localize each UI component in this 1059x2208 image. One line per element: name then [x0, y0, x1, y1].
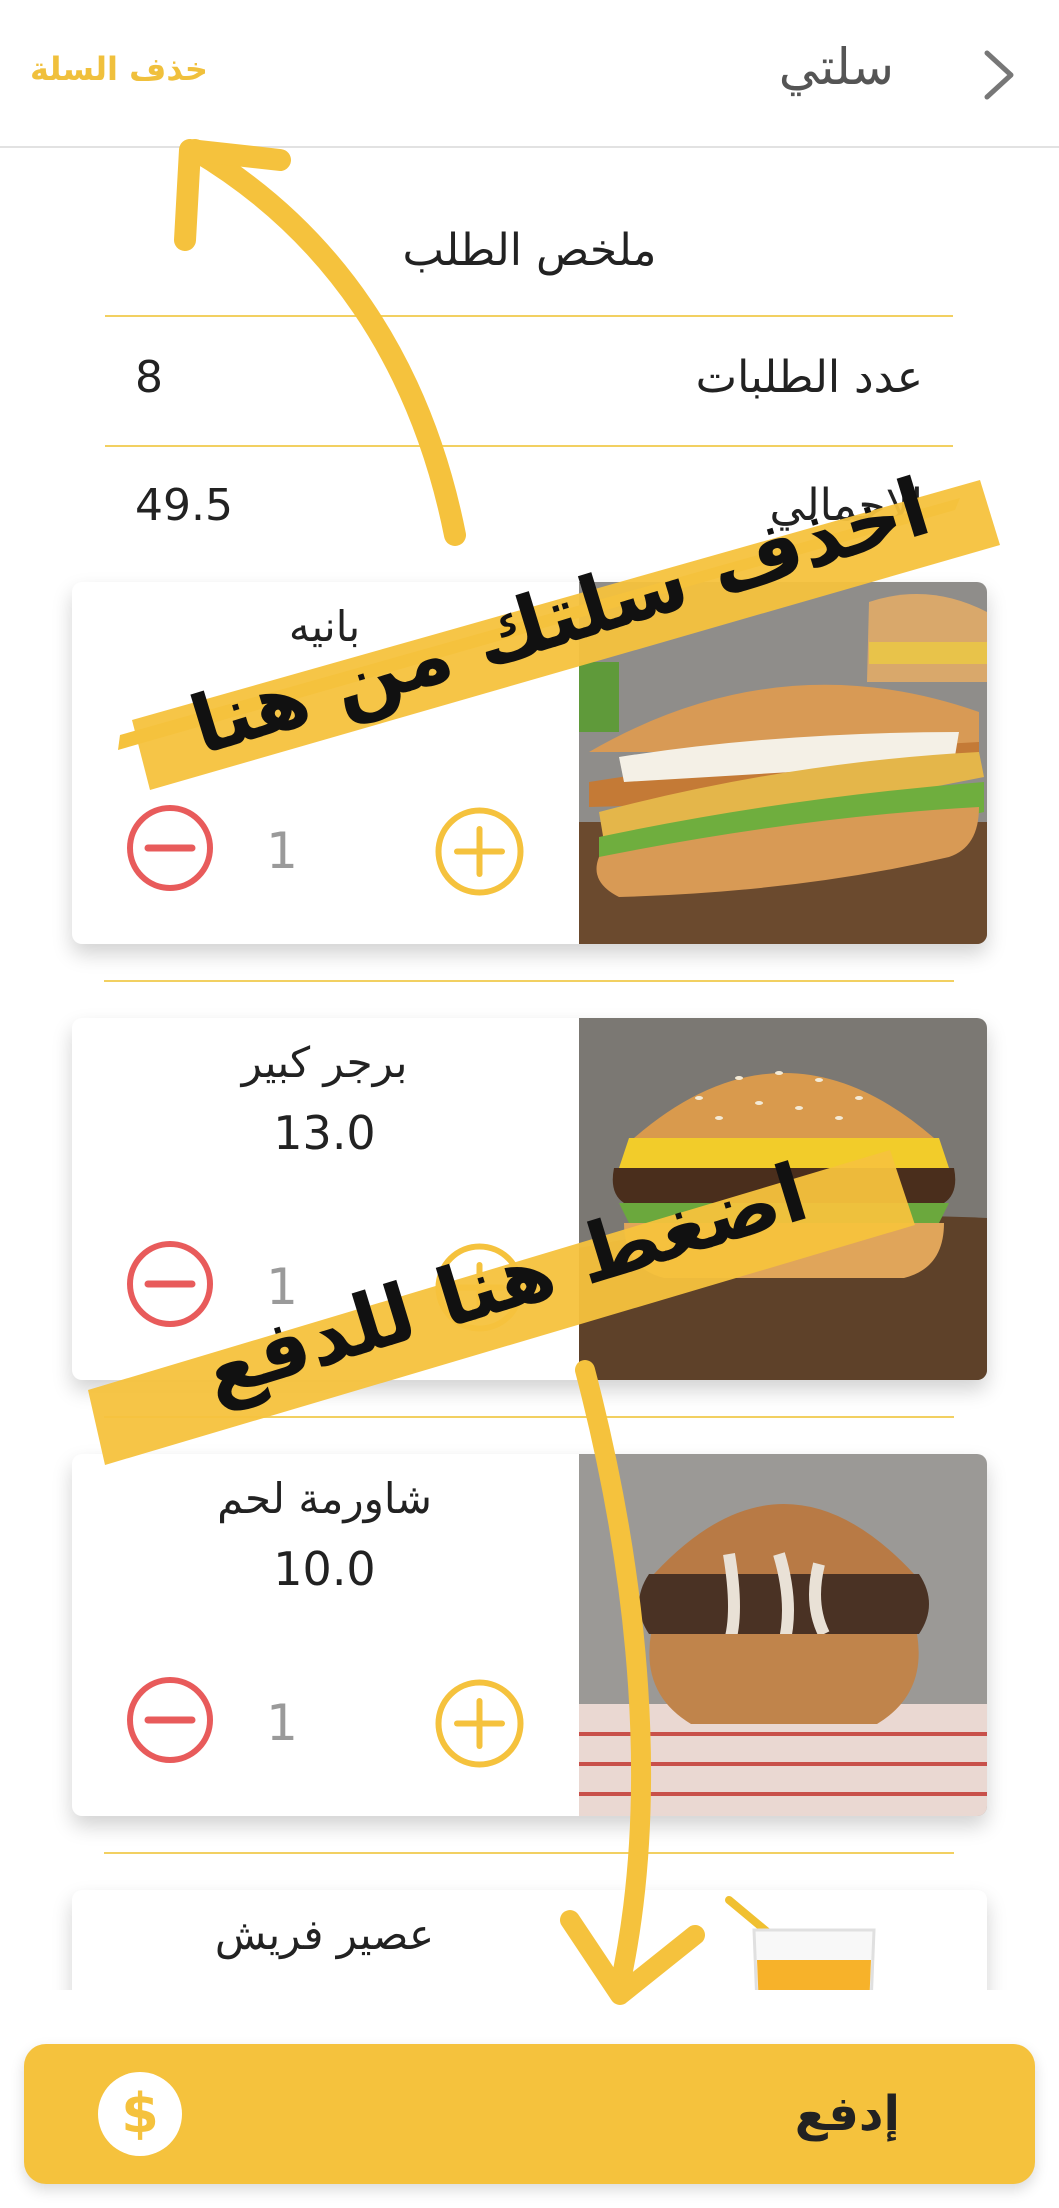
cart-item: عصير فريش	[72, 1890, 987, 1990]
minus-circle-icon[interactable]	[124, 802, 216, 894]
item-name: برجر كبير	[241, 1038, 408, 1087]
item-divider	[104, 1852, 954, 1854]
order-total-value: 49.5	[135, 480, 233, 531]
plus-circle-icon[interactable]	[432, 804, 527, 899]
clear-cart-link[interactable]: خذف السلة	[30, 50, 208, 88]
plus-circle-icon[interactable]	[432, 1240, 527, 1335]
summary-divider	[105, 445, 953, 447]
page-title: سلتي	[778, 38, 894, 96]
order-count-label: عدد الطلبات	[695, 352, 923, 403]
item-name: عصير فريش	[214, 1910, 435, 1959]
cart-item: بانيه 1	[72, 582, 987, 944]
item-price: 13.0	[273, 1106, 376, 1160]
order-count-row: عدد الطلبات 8	[105, 342, 953, 422]
minus-circle-icon[interactable]	[124, 1238, 216, 1330]
minus-circle-icon[interactable]	[124, 1674, 216, 1766]
item-divider	[104, 1416, 954, 1418]
order-summary-title: ملخص الطلب	[402, 225, 657, 276]
food-image-shawarma-bun	[579, 1454, 987, 1816]
item-name: بانيه	[288, 602, 361, 651]
cart-item: برجر كبير 13.0 1	[72, 1018, 987, 1380]
pay-label: إدفع	[794, 2086, 900, 2142]
app-header: سلتي خذف السلة	[0, 0, 1059, 148]
order-total-label: الاجمالي	[769, 480, 923, 531]
back-button[interactable]	[969, 40, 1029, 110]
pay-button[interactable]: $ إدفع	[24, 2044, 1035, 2184]
item-quantity: 1	[266, 1694, 298, 1752]
summary-divider	[105, 315, 953, 317]
svg-text:$: $	[121, 2082, 159, 2145]
chevron-right-icon	[984, 50, 1014, 100]
item-divider	[104, 980, 954, 982]
order-count-value: 8	[135, 352, 163, 403]
plus-circle-icon[interactable]	[432, 1676, 527, 1771]
food-image-chicken-sandwich	[579, 582, 987, 944]
food-image-burger	[579, 1018, 987, 1380]
dollar-icon: $	[98, 2072, 182, 2156]
cart-list[interactable]: بانيه 1 برجر كبير 13.0 1 شاورمة لحم 10.0…	[52, 560, 1007, 1990]
item-name: شاورمة لحم	[217, 1474, 432, 1523]
item-quantity: 1	[266, 822, 298, 880]
cart-item: شاورمة لحم 10.0 1	[72, 1454, 987, 1816]
order-total-row: الاجمالي 49.5	[105, 470, 953, 550]
food-image-orange-juice	[579, 1890, 987, 1990]
item-quantity: 1	[266, 1258, 298, 1316]
item-price: 10.0	[273, 1542, 376, 1596]
